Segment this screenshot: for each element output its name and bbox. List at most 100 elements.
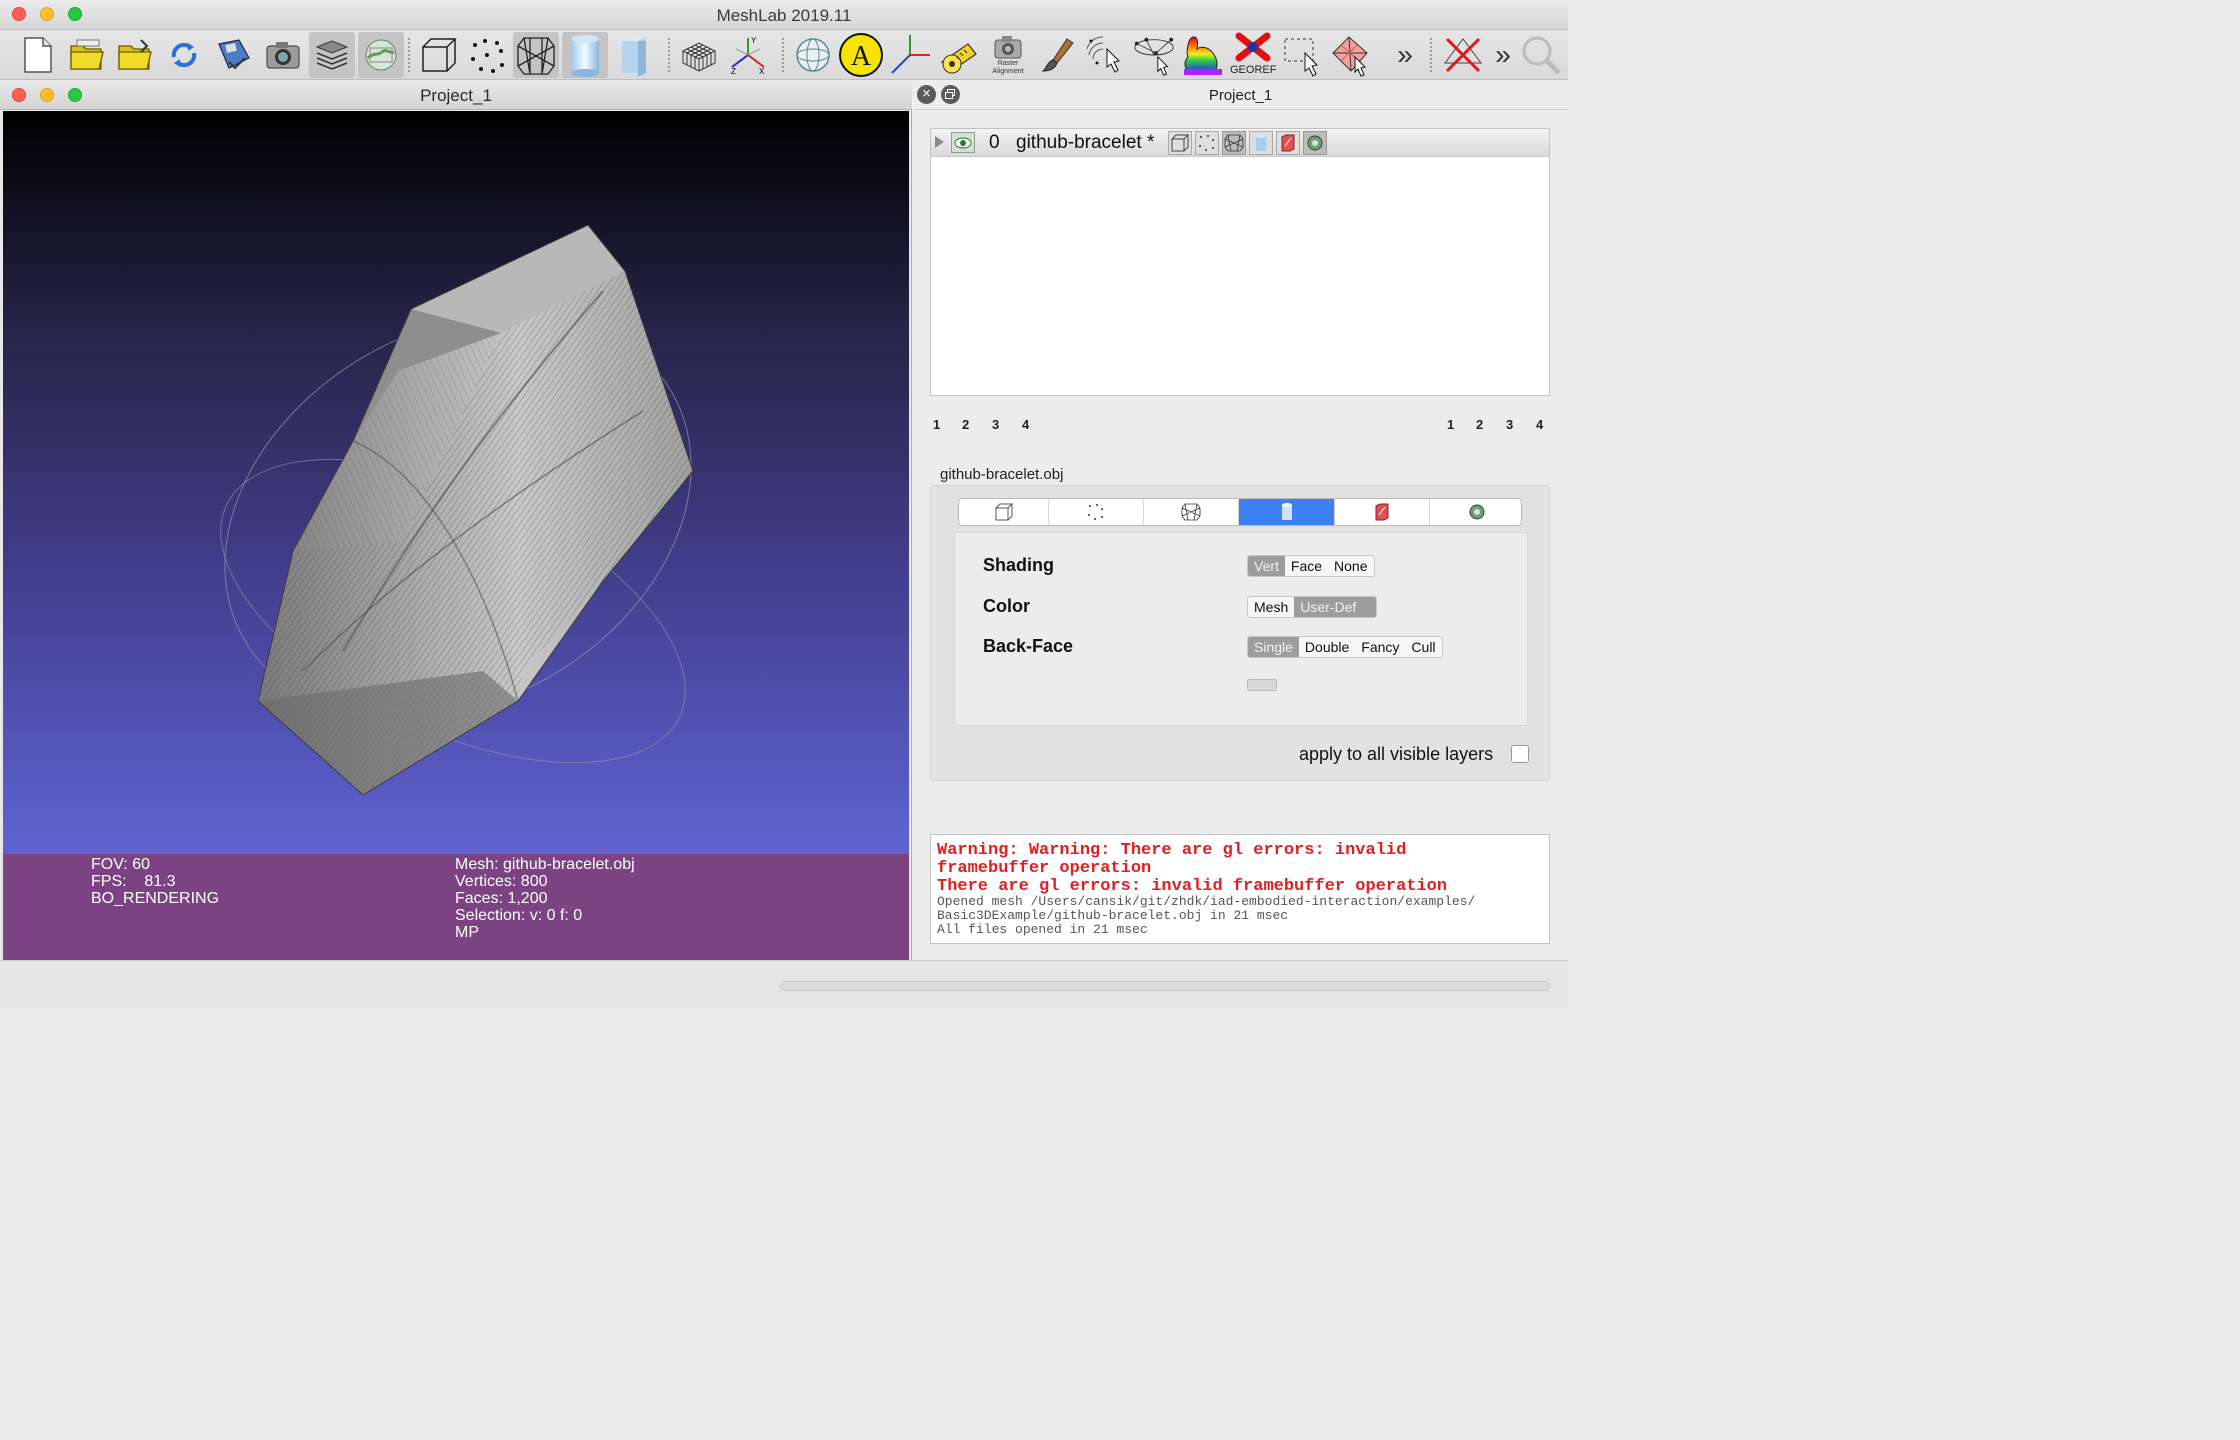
wireframe-icon[interactable] (513, 32, 559, 78)
color-mesh-button[interactable]: Mesh (1248, 597, 1294, 617)
delete-icon[interactable] (1440, 32, 1486, 78)
viewer-info-overlay: FOV: 60 FPS: 81.3 BO_RENDERING Mesh: git… (3, 854, 909, 960)
paint-icon[interactable] (1034, 32, 1080, 78)
measure-icon[interactable] (936, 32, 982, 78)
select-vertices-icon[interactable] (1082, 32, 1128, 78)
layer-dock: × Project_1 0 github-bracelet * 1 2 3 4 … (913, 80, 1568, 960)
dock-title: Project_1 (1208, 87, 1273, 104)
page-left-2[interactable]: 2 (962, 417, 969, 432)
wireframe-tab-icon (1181, 503, 1201, 521)
3d-viewport[interactable]: FOV: 60 FPS: 81.3 BO_RENDERING Mesh: git… (3, 111, 909, 960)
frame-icon[interactable] (887, 32, 933, 78)
new-project-icon[interactable] (15, 32, 61, 78)
layer-wireframe-icon[interactable] (1222, 131, 1246, 155)
layers-icon[interactable] (309, 32, 355, 78)
page-right-1[interactable]: 1 (1447, 417, 1454, 432)
backface-cull-button[interactable]: Cull (1405, 637, 1441, 657)
label-icon[interactable]: A (838, 32, 884, 78)
page-left-3[interactable]: 3 (992, 417, 999, 432)
select-faces-icon[interactable] (1329, 32, 1375, 78)
grid-icon[interactable] (676, 32, 722, 78)
selection-text: Selection: v: 0 f: 0 (455, 907, 583, 924)
save-icon[interactable] (210, 32, 256, 78)
vertices-text: Vertices: 800 (455, 873, 548, 890)
georef-icon[interactable]: GEOREF (1230, 32, 1276, 78)
page-left-4[interactable]: 4 (1022, 417, 1029, 432)
shading-vert-button[interactable]: Vert (1248, 556, 1285, 576)
apply-all-label: apply to all visible layers (1299, 744, 1494, 764)
bbox-tab-icon (995, 503, 1013, 521)
svg-text:Y: Y (751, 36, 757, 45)
page-right-2[interactable]: 2 (1476, 417, 1483, 432)
flat-icon[interactable] (611, 32, 657, 78)
raster-icon[interactable] (358, 32, 404, 78)
shading-face-button[interactable]: Face (1285, 556, 1328, 576)
viewer-title: Project_1 (420, 86, 492, 105)
tab-wireframe[interactable] (1144, 499, 1239, 525)
layer-row[interactable]: 0 github-bracelet * (931, 129, 1549, 157)
search-icon[interactable] (1518, 32, 1564, 78)
mesh-name-text: Mesh: github-bracelet.obj (455, 856, 635, 873)
horizontal-scrollbar[interactable] (780, 981, 1550, 991)
log-panel: Warning: Warning: There are gl errors: i… (930, 834, 1550, 944)
open-project-icon[interactable] (64, 32, 110, 78)
layer-smooth-icon[interactable] (1249, 131, 1273, 155)
layer-points-icon[interactable] (1195, 131, 1219, 155)
color-segmented: Mesh User-Def (1247, 596, 1378, 618)
shading-none-button[interactable]: None (1328, 556, 1373, 576)
smooth-icon[interactable] (562, 32, 608, 78)
layer-texture-icon[interactable] (1276, 131, 1300, 155)
tab-points[interactable] (1049, 499, 1144, 525)
raster-alignment-label: Raster Alignment (992, 60, 1024, 75)
sphere-icon[interactable] (790, 32, 836, 78)
shading-segmented: Vert Face None (1247, 555, 1375, 577)
page-right-4[interactable]: 4 (1536, 417, 1543, 432)
smooth-tab-icon (1281, 503, 1292, 520)
visibility-eye-icon[interactable] (951, 132, 975, 153)
backface-double-button[interactable]: Double (1299, 637, 1355, 657)
status-bar (0, 960, 1568, 1008)
label-a-text: A (851, 41, 872, 72)
chevron-double-right-icon: » (1397, 39, 1413, 70)
fps-text: FPS: 81.3 (91, 873, 176, 890)
color-label: Color (983, 596, 1030, 616)
tab-bbox[interactable] (959, 499, 1049, 525)
page-right-3[interactable]: 3 (1506, 417, 1513, 432)
toolbar-overflow-button-2[interactable]: » (1488, 32, 1518, 78)
import-mesh-icon[interactable] (112, 32, 158, 78)
backface-label: Back-Face (983, 636, 1074, 656)
raster-alignment-icon[interactable]: Raster Alignment (985, 32, 1031, 78)
main-toolbar: YXZ A Raster Alignment GEOREF » » (0, 30, 1568, 80)
layer-bbox-icon[interactable] (1168, 131, 1192, 155)
color-swatch-button[interactable] (1247, 679, 1277, 691)
tab-smooth[interactable] (1239, 499, 1335, 525)
backface-fancy-button[interactable]: Fancy (1355, 637, 1405, 657)
viewer-title-bar: Project_1 (0, 80, 912, 110)
select-rect-icon[interactable] (1280, 32, 1326, 78)
fov-text: FOV: 60 (91, 856, 150, 873)
mesh-render (220, 224, 694, 796)
layer-name[interactable]: github-bracelet * (1016, 132, 1154, 154)
extras-tab-icon (1469, 504, 1484, 520)
page-left-1[interactable]: 1 (933, 417, 940, 432)
points-icon[interactable] (464, 32, 510, 78)
title-bar: MeshLab 2019.11 (0, 0, 1568, 30)
layer-index: 0 (989, 132, 1000, 153)
color-bunny-icon[interactable] (1180, 32, 1226, 78)
svg-text:X: X (759, 67, 765, 76)
log-line-3: All files opened in 21 msec (937, 922, 1148, 937)
axes-icon[interactable]: Y X Z (725, 32, 771, 78)
layer-extras-icon[interactable] (1303, 131, 1327, 155)
snapshot-icon[interactable] (260, 32, 306, 78)
backface-single-button[interactable]: Single (1248, 637, 1299, 657)
tab-texture[interactable] (1335, 499, 1430, 525)
reload-icon[interactable] (161, 32, 207, 78)
tab-extras[interactable] (1430, 499, 1521, 525)
apply-all-checkbox[interactable] (1511, 745, 1529, 763)
bbox-icon[interactable] (416, 32, 462, 78)
expand-arrow-icon[interactable] (935, 136, 944, 148)
select-connected-icon[interactable] (1131, 32, 1177, 78)
color-userdef-button[interactable]: User-Def (1294, 597, 1377, 617)
toolbar-overflow-button-1[interactable]: » (1390, 32, 1420, 78)
shading-label: Shading (983, 555, 1054, 575)
